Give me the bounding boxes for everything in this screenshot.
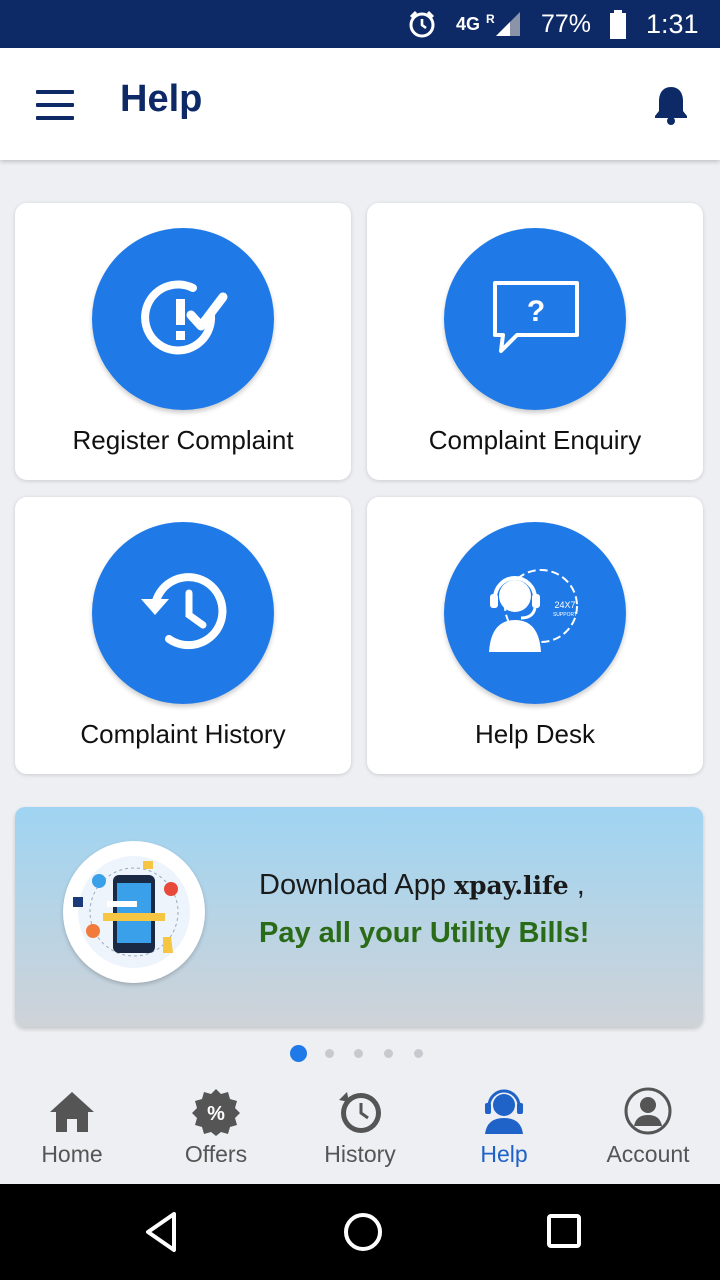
home-circle-icon[interactable] [337,1206,389,1258]
system-nav-bar [0,1184,720,1280]
register-complaint-label: Register Complaint [72,425,294,455]
network-label: 4G [456,13,481,34]
svg-text:%: % [207,1103,225,1125]
page-title: Help [120,78,203,120]
clock-time: 1:31 [646,8,699,39]
phone-bills-illustration [63,841,205,983]
banner-brand: xpay.life [454,871,569,900]
alarm-icon [406,0,438,48]
menu-icon[interactable] [36,90,74,120]
nav-history[interactable]: History [288,1078,432,1184]
nav-history-label: History [324,1141,396,1167]
bottom-nav: Home % Offers History Help Account [0,1078,720,1184]
help-headset-icon [479,1086,529,1136]
svg-text:SUPPORT: SUPPORT [553,612,577,618]
history-clock-icon [92,522,274,704]
carousel-dot-4[interactable] [384,1049,393,1058]
battery-percent: 77% [541,9,592,38]
network-type: 4G R [456,0,495,48]
percent-badge-icon: % [191,1086,241,1136]
app-bar: Help [0,48,720,160]
carousel-dot-5[interactable] [414,1049,423,1058]
nav-help-label: Help [480,1141,528,1167]
banner-download-text: Download App xpay.life , [259,869,585,902]
banner-comma: , [568,869,585,901]
complaint-history-card[interactable]: Complaint History [15,497,351,774]
nav-account[interactable]: Account [576,1078,720,1184]
help-desk-label: Help Desk [475,719,595,749]
nav-home-label: Home [41,1141,103,1167]
question-chat-icon: ? [444,228,626,410]
promo-banner[interactable]: Download App xpay.life , Pay all your Ut… [15,807,703,1027]
account-icon [623,1086,673,1136]
complaint-enquiry-card[interactable]: ? Complaint Enquiry [367,203,703,480]
complaint-history-label: Complaint History [80,719,286,749]
complaint-check-icon [92,228,274,410]
carousel-dot-2[interactable] [325,1049,334,1058]
complaint-enquiry-label: Complaint Enquiry [428,425,642,455]
support-headset-icon: 24X7 SUPPORT [444,522,626,704]
recents-icon[interactable] [539,1206,591,1258]
nav-account-label: Account [606,1141,690,1167]
history-icon [335,1086,385,1136]
status-bar: 4G R 77% 1:31 [0,0,720,48]
svg-text:?: ? [527,295,545,328]
help-desk-card[interactable]: 24X7 SUPPORT Help Desk [367,497,703,774]
signal-icon [494,0,522,48]
register-complaint-card[interactable]: Register Complaint [15,203,351,480]
nav-offers-label: Offers [184,1141,248,1167]
banner-download-label: Download App [259,869,455,901]
back-icon[interactable] [136,1206,188,1258]
battery-icon [608,0,628,48]
home-icon [47,1086,97,1136]
bell-icon[interactable] [652,84,690,126]
carousel-dots [0,1044,720,1062]
nav-help[interactable]: Help [432,1078,576,1184]
nav-offers[interactable]: % Offers [144,1078,288,1184]
svg-text:24X7: 24X7 [554,600,575,610]
carousel-dot-1[interactable] [290,1045,307,1062]
nav-home[interactable]: Home [0,1078,144,1184]
carousel-dot-3[interactable] [354,1049,363,1058]
banner-tagline: Pay all your Utility Bills! [259,917,590,949]
